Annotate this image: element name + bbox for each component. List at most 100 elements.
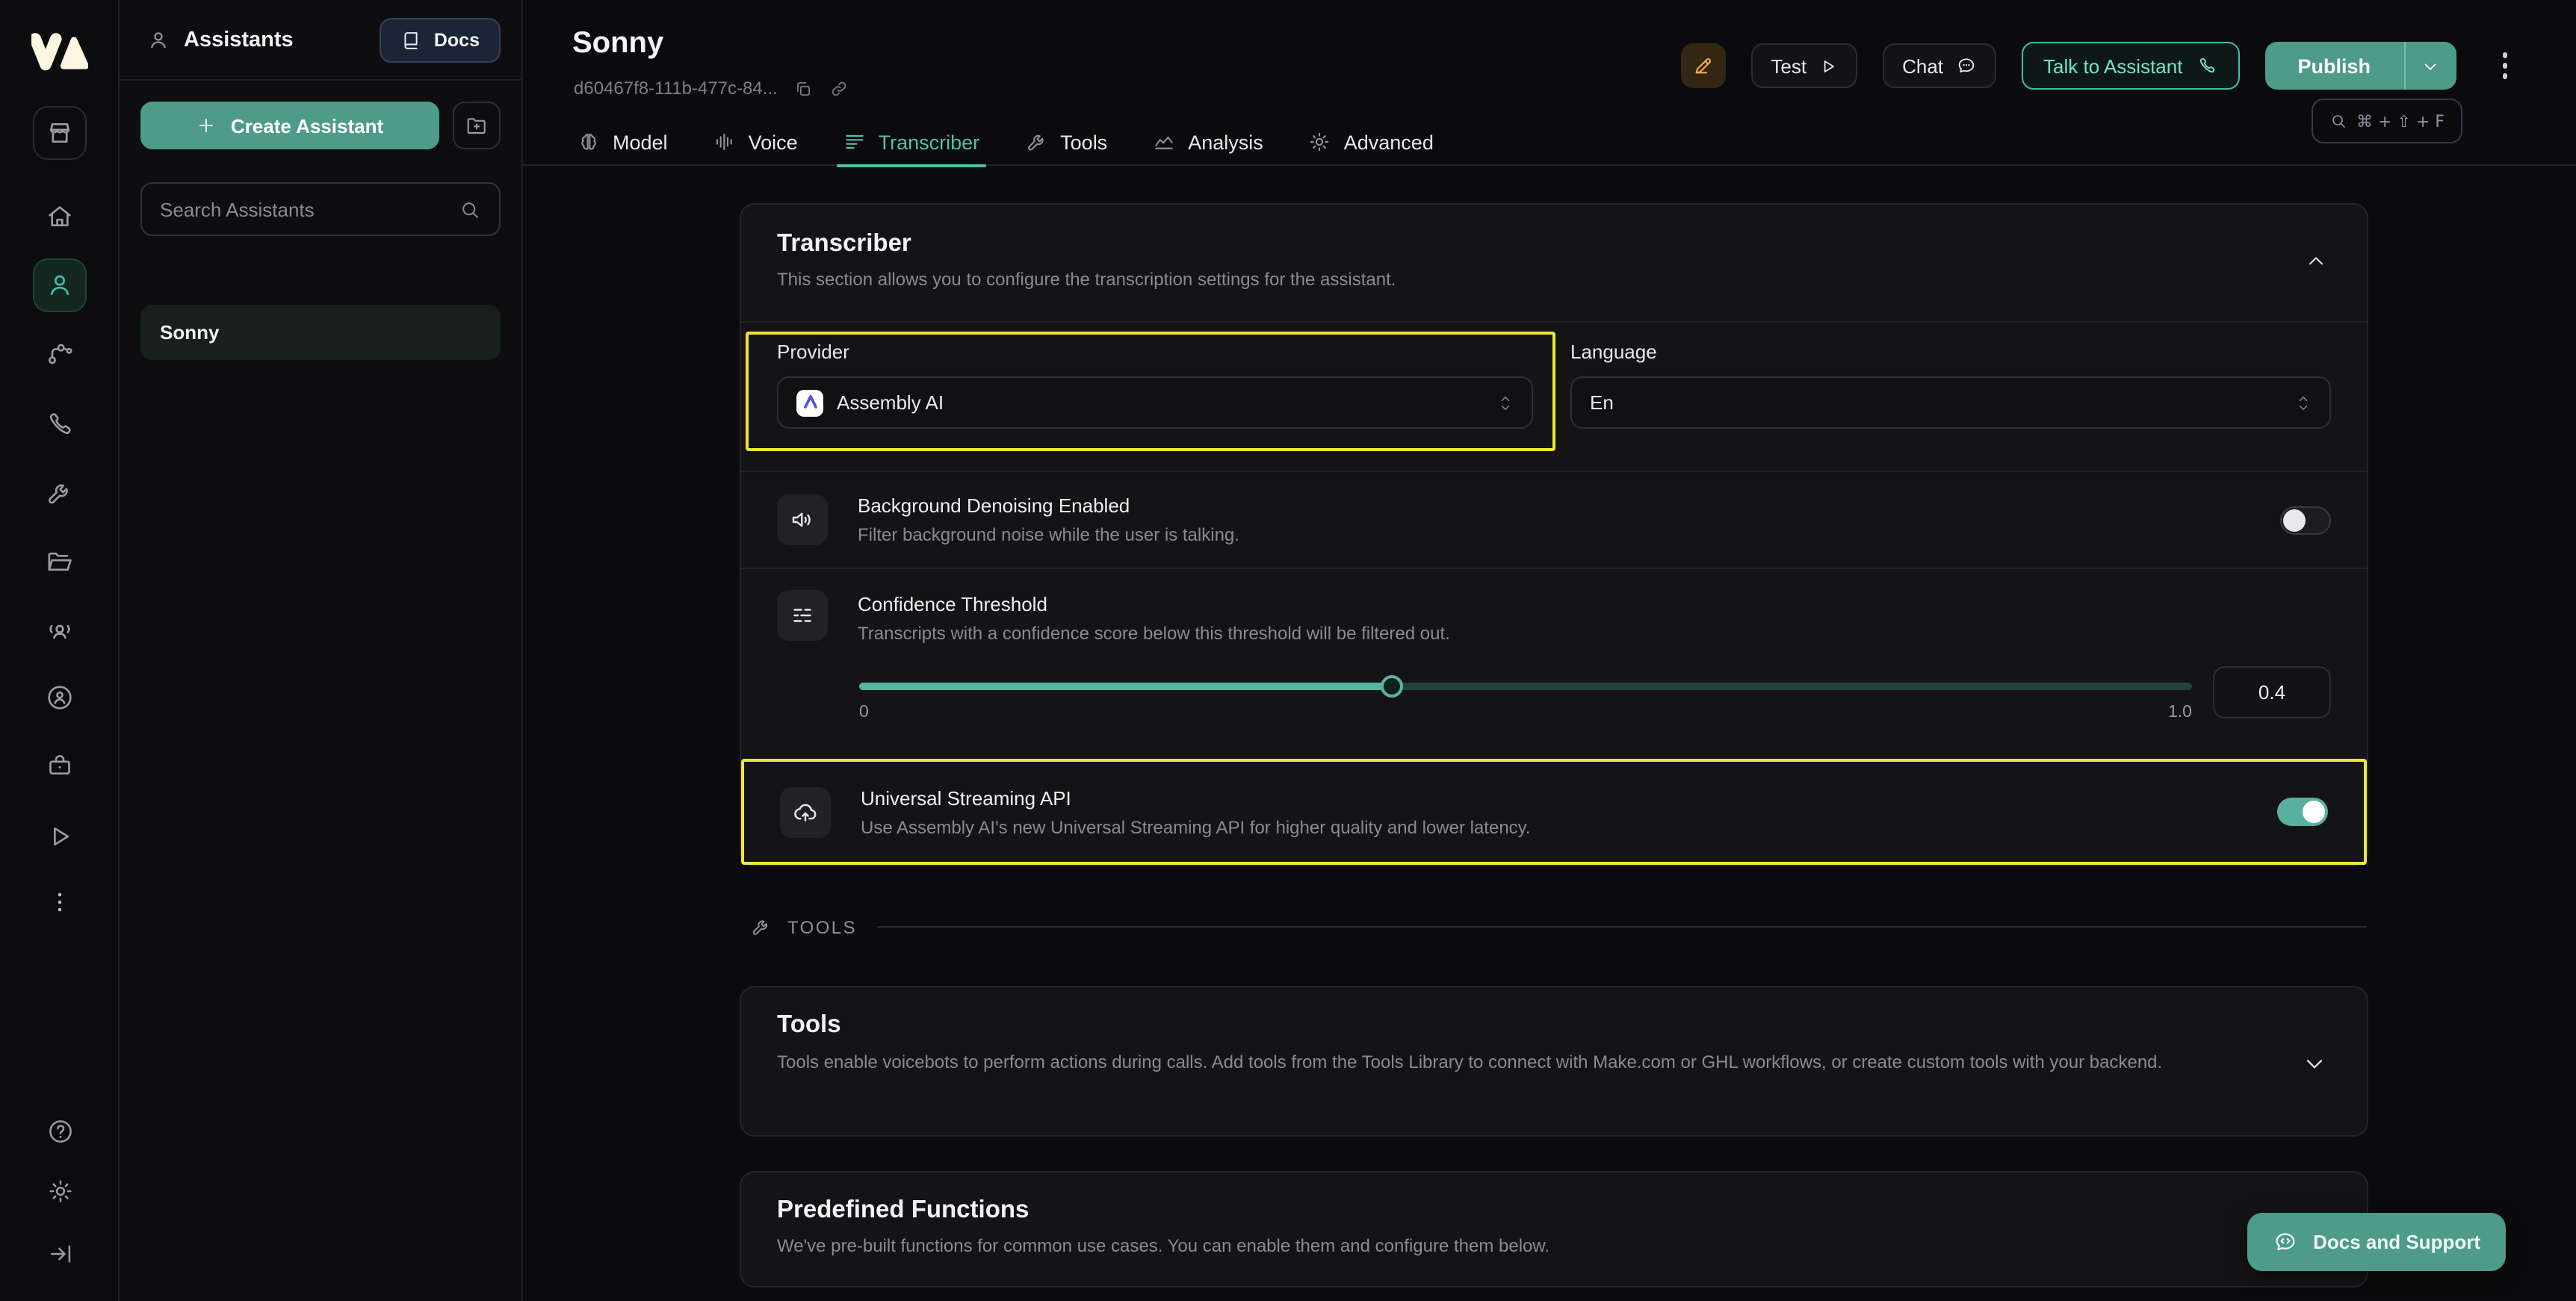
- publish-dropdown-button[interactable]: [2405, 42, 2456, 90]
- predefined-description: We've pre-built functions for common use…: [777, 1235, 2331, 1256]
- gear-icon: [1308, 130, 1332, 154]
- predefined-title: Predefined Functions: [777, 1196, 2331, 1225]
- tab-advanced[interactable]: Advanced: [1308, 119, 1434, 165]
- language-select[interactable]: En: [1570, 376, 2331, 429]
- create-assistant-button[interactable]: Create Assistant: [140, 102, 439, 149]
- tab-analysis[interactable]: Analysis: [1152, 119, 1263, 165]
- vault-icon: [45, 750, 75, 780]
- gear-icon: [46, 1176, 74, 1205]
- play-icon: [45, 822, 75, 851]
- transcript-lines-icon: [843, 130, 867, 154]
- tools-card[interactable]: Tools Tools enable voicebots to perform …: [740, 986, 2368, 1137]
- denoising-description: Filter background noise while the user i…: [858, 524, 1239, 545]
- app-window: Assistants Docs Create Assistant: [0, 0, 2576, 1301]
- assistant-list-item-sonny[interactable]: Sonny: [140, 305, 501, 360]
- search-assistants-input[interactable]: [160, 198, 459, 220]
- brain-icon: [577, 130, 601, 154]
- select-chevrons-icon: [1497, 392, 1514, 413]
- edit-button[interactable]: [1681, 43, 1726, 88]
- sidebar-item-home[interactable]: [33, 190, 87, 243]
- docs-and-support-button[interactable]: Docs and Support: [2247, 1213, 2506, 1271]
- confidence-value-input[interactable]: 0.4: [2213, 666, 2331, 718]
- waveform-icon: [713, 130, 737, 154]
- search-assistants-box: [140, 182, 501, 236]
- help-icon: [46, 1117, 74, 1145]
- transcriber-card-header[interactable]: Transcriber This section allows you to c…: [741, 205, 2367, 323]
- publish-button[interactable]: Publish: [2264, 42, 2456, 90]
- section-title: Transcriber: [777, 230, 2331, 258]
- workspace-switcher[interactable]: [33, 106, 87, 160]
- test-button[interactable]: Test: [1751, 43, 1857, 88]
- sidebar-item-tools[interactable]: [33, 466, 87, 520]
- brand-logo[interactable]: [31, 33, 88, 73]
- expand-chevron-down-icon[interactable]: [2301, 1050, 2328, 1077]
- link-icon[interactable]: [830, 78, 849, 98]
- tools-card-title: Tools: [777, 1011, 2331, 1040]
- tab-voice[interactable]: Voice: [713, 119, 798, 165]
- copy-icon[interactable]: [794, 78, 814, 98]
- sidebar-item-files[interactable]: [33, 535, 87, 589]
- content-scroll-area[interactable]: Transcriber This section allows you to c…: [523, 164, 2576, 1301]
- predefined-functions-card[interactable]: Predefined Functions We've pre-built fun…: [740, 1171, 2368, 1288]
- chat-code-icon: [2273, 1229, 2298, 1255]
- confidence-slider[interactable]: [859, 683, 2192, 690]
- collapse-sidebar-button[interactable]: [33, 1226, 87, 1280]
- config-tabs: Model Voice Transcriber Tools Analysis A…: [523, 119, 2576, 166]
- streaming-toggle[interactable]: [2277, 798, 2328, 826]
- settings-button[interactable]: [33, 1164, 87, 1217]
- docs-button[interactable]: Docs: [380, 17, 501, 62]
- assistant-id: d60467f8-111b-477c-84...: [574, 78, 778, 99]
- sidebar-item-voice-library[interactable]: [33, 671, 87, 724]
- provider-language-row: Provider Assembly AI Language En: [741, 323, 2367, 472]
- cloud-upload-icon: [780, 786, 831, 837]
- page-title: Sonny: [572, 27, 663, 61]
- talk-to-assistant-button[interactable]: Talk to Assistant: [2021, 42, 2239, 90]
- provider-field: Provider Assembly AI: [777, 341, 1533, 471]
- chat-button[interactable]: Chat: [1883, 43, 1996, 88]
- help-button[interactable]: [33, 1104, 87, 1158]
- confidence-title: Confidence Threshold: [858, 593, 1450, 615]
- provider-select[interactable]: Assembly AI: [777, 376, 1533, 429]
- sidebar-item-vault[interactable]: [33, 738, 87, 792]
- search-icon: [459, 198, 481, 220]
- phone-call-icon: [2196, 55, 2217, 76]
- wrench-icon: [1024, 130, 1048, 154]
- sidebar-item-community[interactable]: [33, 603, 87, 657]
- denoising-toggle[interactable]: [2280, 506, 2331, 534]
- phone-icon: [45, 409, 75, 439]
- tab-model[interactable]: Model: [577, 119, 668, 165]
- new-folder-button[interactable]: [453, 102, 501, 149]
- more-options-button[interactable]: [2496, 47, 2513, 85]
- assistants-header-icon: [146, 28, 170, 52]
- book-icon: [401, 29, 422, 50]
- collapse-chevron-up-icon[interactable]: [2304, 249, 2328, 273]
- community-icon: [45, 615, 75, 645]
- slider-knob[interactable]: [1381, 675, 1403, 698]
- panel-title: Assistants: [184, 28, 294, 52]
- chart-icon: [1152, 130, 1176, 154]
- plus-icon: [196, 115, 217, 136]
- assistants-panel-header: Assistants Docs: [120, 0, 521, 81]
- wrench-icon: [45, 478, 75, 508]
- slider-max-label: 1.0: [2168, 704, 2192, 721]
- sidebar-item-workflows[interactable]: [33, 327, 87, 381]
- collapse-icon: [46, 1239, 74, 1267]
- play-outline-icon: [1818, 56, 1838, 75]
- transcriber-card: Transcriber This section allows you to c…: [740, 203, 2368, 866]
- sidebar-item-more[interactable]: [33, 875, 87, 929]
- sidebar-item-phone-numbers[interactable]: [33, 397, 87, 451]
- workflow-icon: [45, 339, 75, 369]
- sidebar-item-playground[interactable]: [33, 810, 87, 863]
- home-icon: [45, 202, 75, 232]
- main-area: Sonny d60467f8-111b-477c-84... Test Chat…: [523, 0, 2576, 1301]
- assistants-panel: Assistants Docs Create Assistant: [120, 0, 523, 1301]
- voice-library-icon: [45, 683, 75, 712]
- provider-value: Assembly AI: [837, 391, 944, 414]
- sidebar-item-assistants[interactable]: [33, 258, 87, 312]
- streaming-title: Universal Streaming API: [861, 786, 1531, 809]
- assistants-icon: [45, 270, 75, 300]
- tab-tools[interactable]: Tools: [1024, 119, 1107, 165]
- confidence-row: Confidence Threshold Transcripts with a …: [741, 569, 2367, 759]
- denoising-row: Background Denoising Enabled Filter back…: [741, 472, 2367, 569]
- tab-transcriber[interactable]: Transcriber: [843, 119, 980, 165]
